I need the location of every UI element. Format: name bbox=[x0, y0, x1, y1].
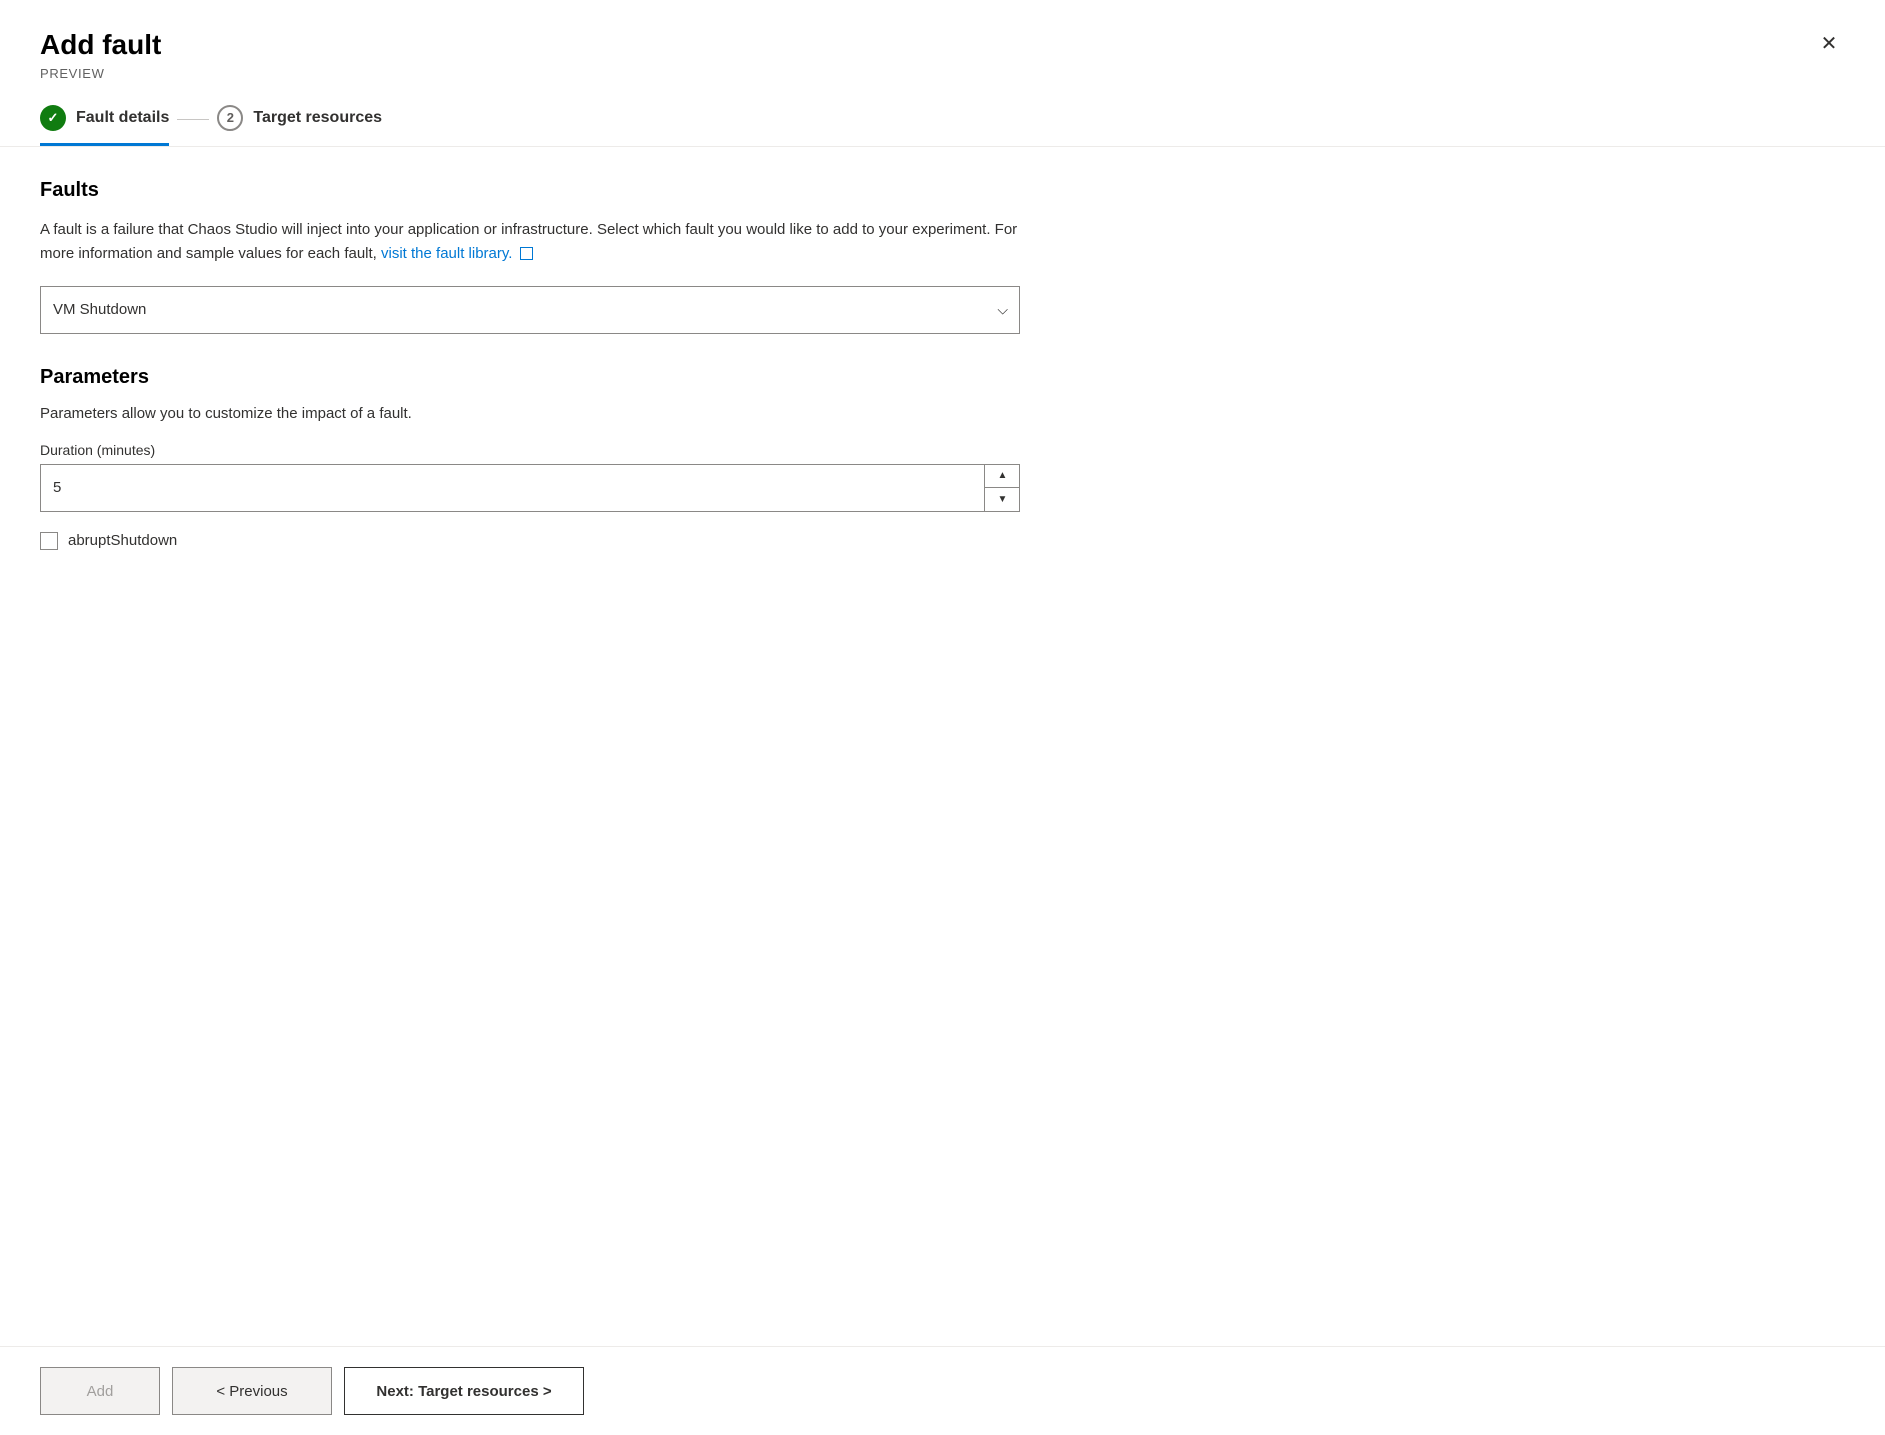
params-description: Parameters allow you to customize the im… bbox=[40, 405, 1845, 422]
fault-library-link[interactable]: visit the fault library. bbox=[381, 245, 533, 262]
abrupt-shutdown-label: abruptShutdown bbox=[68, 532, 177, 549]
dialog-footer: Add < Previous Next: Target resources > bbox=[0, 1346, 1885, 1435]
duration-increment-button[interactable]: ▲ bbox=[985, 464, 1020, 489]
abrupt-shutdown-row: abruptShutdown bbox=[40, 532, 1845, 550]
previous-button[interactable]: < Previous bbox=[172, 1367, 332, 1415]
title-group: Add fault PREVIEW bbox=[40, 28, 161, 81]
tab-1-label: Fault details bbox=[76, 109, 169, 127]
dialog-subtitle: PREVIEW bbox=[40, 66, 161, 81]
add-fault-dialog: Add fault PREVIEW ✕ ✓ Fault details 2 Ta… bbox=[0, 0, 1885, 1435]
tab-separator bbox=[177, 119, 209, 120]
close-button[interactable]: ✕ bbox=[1813, 28, 1845, 60]
duration-spinner: ▲ ▼ bbox=[984, 464, 1020, 512]
faults-title: Faults bbox=[40, 179, 1845, 202]
duration-input[interactable] bbox=[40, 464, 1020, 512]
fault-select[interactable]: VM Shutdown CPU Pressure Memory Pressure… bbox=[40, 286, 1020, 334]
next-button[interactable]: Next: Target resources > bbox=[344, 1367, 584, 1415]
tab-1-icon: ✓ bbox=[40, 105, 66, 131]
duration-decrement-button[interactable]: ▼ bbox=[985, 488, 1020, 512]
dialog-header: Add fault PREVIEW ✕ bbox=[0, 0, 1885, 81]
external-link-icon bbox=[520, 247, 533, 260]
add-button[interactable]: Add bbox=[40, 1367, 160, 1415]
tab-fault-details[interactable]: ✓ Fault details bbox=[40, 105, 169, 146]
duration-input-wrapper: ▲ ▼ bbox=[40, 464, 1020, 512]
parameters-section: Parameters Parameters allow you to custo… bbox=[40, 366, 1845, 550]
faults-description: A fault is a failure that Chaos Studio w… bbox=[40, 218, 1020, 266]
fault-select-wrapper: VM Shutdown CPU Pressure Memory Pressure… bbox=[40, 286, 1020, 334]
dialog-title: Add fault bbox=[40, 28, 161, 62]
parameters-title: Parameters bbox=[40, 366, 1845, 389]
abrupt-shutdown-checkbox[interactable] bbox=[40, 532, 58, 550]
duration-label: Duration (minutes) bbox=[40, 442, 1845, 458]
tab-2-icon: 2 bbox=[217, 105, 243, 131]
faults-section: Faults A fault is a failure that Chaos S… bbox=[40, 179, 1845, 334]
tab-2-label: Target resources bbox=[253, 109, 382, 127]
wizard-tabs: ✓ Fault details 2 Target resources bbox=[0, 81, 1885, 146]
dialog-content: Faults A fault is a failure that Chaos S… bbox=[0, 147, 1885, 1346]
tab-target-resources[interactable]: 2 Target resources bbox=[217, 105, 382, 146]
